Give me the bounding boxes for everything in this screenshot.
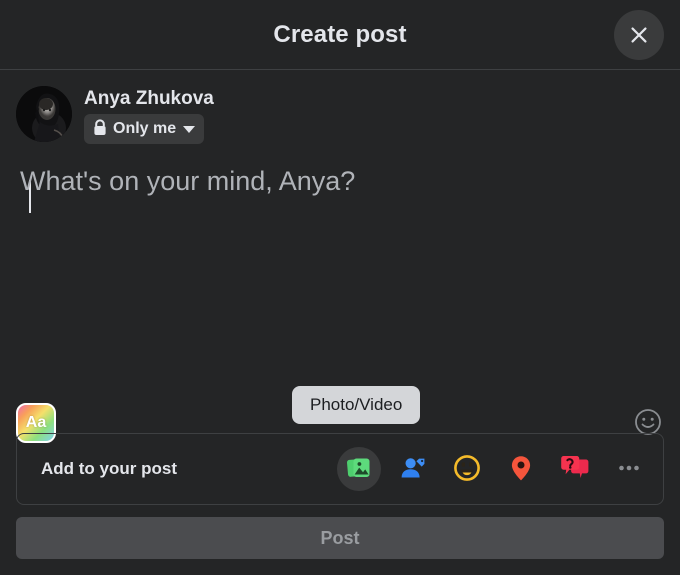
tooltip-photo-video: Photo/Video	[292, 386, 421, 424]
feeling-activity-button[interactable]	[445, 447, 489, 491]
add-to-post-section: Photo/Video Add to your post	[16, 386, 664, 505]
author-meta: Anya Zhukova Only me	[84, 86, 214, 144]
ellipsis-icon	[614, 453, 644, 486]
close-button[interactable]	[614, 9, 664, 60]
author-name: Anya Zhukova	[84, 88, 214, 109]
dialog-header: Create post	[0, 0, 680, 70]
chevron-down-icon	[183, 125, 196, 133]
add-to-post-icons	[337, 447, 651, 491]
more-options-button[interactable]	[607, 447, 651, 491]
composer-placeholder: What's on your mind, Anya?	[20, 166, 356, 196]
avatar[interactable]	[16, 86, 72, 142]
author-row: Anya Zhukova Only me	[16, 70, 664, 154]
dialog-body: Anya Zhukova Only me What's on your mind…	[0, 70, 680, 575]
background-color-label: Aa	[25, 414, 47, 431]
feeling-activity-icon	[452, 453, 482, 486]
tag-people-icon	[398, 453, 428, 486]
avatar-photo	[16, 86, 72, 142]
photo-video-icon	[344, 453, 374, 486]
privacy-label: Only me	[113, 120, 177, 137]
page-title: Create post	[273, 20, 407, 48]
post-button-label: Post	[320, 527, 360, 548]
ask-recommendations-button[interactable]	[553, 447, 597, 491]
tag-people-button[interactable]	[391, 447, 435, 491]
close-icon	[628, 24, 650, 46]
add-to-post-label: Add to your post	[41, 459, 177, 478]
post-button[interactable]: Post	[16, 517, 664, 559]
privacy-selector[interactable]: Only me	[84, 114, 205, 144]
add-photo-video-button[interactable]	[337, 447, 381, 491]
check-in-button[interactable]	[499, 447, 543, 491]
question-speech-bubble-icon	[560, 453, 590, 486]
create-post-dialog: Create post Anya Zhukova Only me What's …	[0, 0, 680, 575]
location-pin-icon	[506, 453, 536, 486]
add-to-post-bar: Add to your post	[16, 433, 664, 505]
lock-icon	[93, 119, 107, 139]
